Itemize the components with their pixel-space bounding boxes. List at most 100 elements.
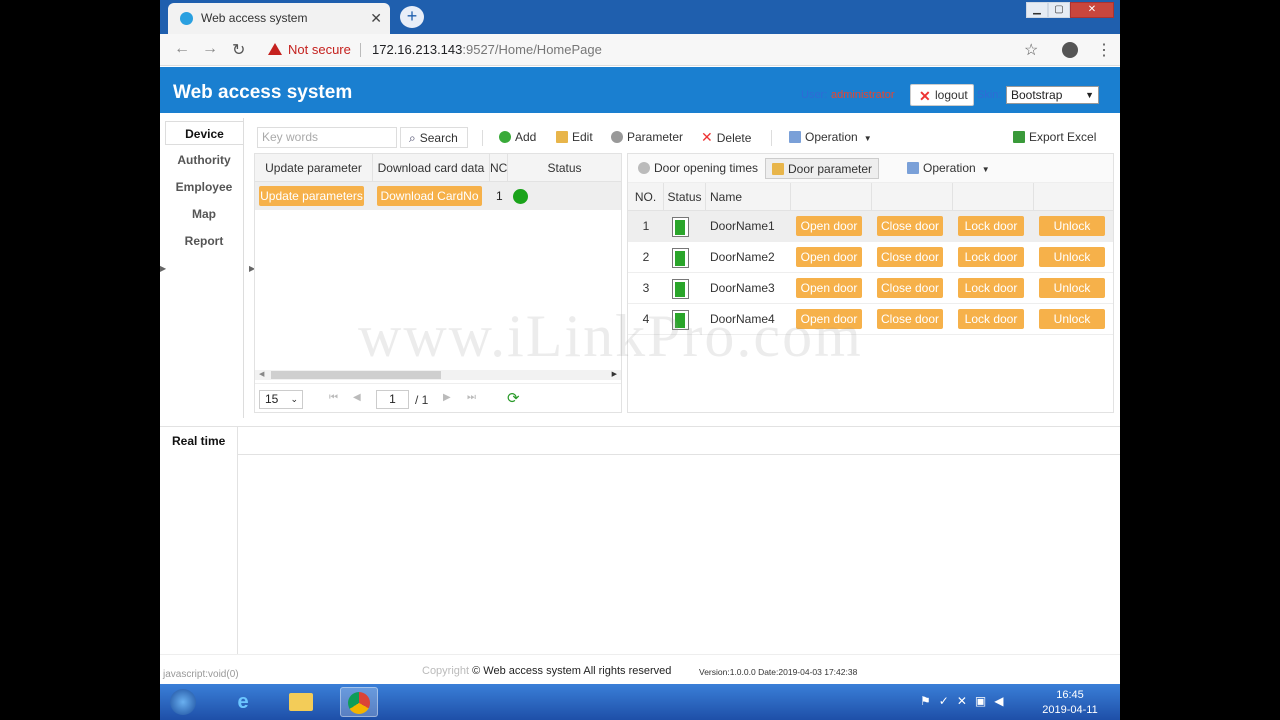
clock[interactable]: 16:45 2019-04-11 xyxy=(1032,688,1108,718)
column-header[interactable]: NO. xyxy=(628,183,664,211)
download-cardno-button[interactable]: Download CardNo xyxy=(377,186,482,206)
search-button[interactable]: ⌕ Search xyxy=(400,127,468,148)
skin-select[interactable]: Bootstrap ▼ xyxy=(1006,86,1099,104)
collapse-left-icon[interactable]: ▶ xyxy=(160,264,166,273)
door-parameter-button[interactable]: Door parameter xyxy=(765,158,880,179)
sidebar-item-employee[interactable]: Employee xyxy=(165,175,243,199)
tab-close-icon[interactable]: ✕ xyxy=(370,10,382,27)
tab-realtime[interactable]: Real time xyxy=(160,427,238,454)
account-icon[interactable] xyxy=(1062,42,1078,58)
horizontal-scrollbar[interactable]: ◀ ▶ xyxy=(255,370,621,380)
excel-icon xyxy=(1013,131,1025,143)
next-page-icon[interactable]: ▶ xyxy=(443,392,451,403)
sidebar-item-device[interactable]: Device xyxy=(165,121,243,145)
lock-door-button[interactable]: Lock door xyxy=(958,309,1024,329)
door-panel-fill xyxy=(675,282,685,297)
close-door-button[interactable]: Close door xyxy=(877,278,943,298)
add-button[interactable]: Add xyxy=(499,127,536,148)
flag-icon[interactable]: ⚑ xyxy=(920,694,939,708)
page-number-input[interactable]: 1 xyxy=(376,390,409,409)
prev-page-icon[interactable]: ◀ xyxy=(353,392,361,403)
close-door-button[interactable]: Close door xyxy=(877,216,943,236)
lock-door-button[interactable]: Lock door xyxy=(958,278,1024,298)
export-excel-button[interactable]: Export Excel xyxy=(1013,127,1096,148)
tab-strip: Web access system ✕ + ▁ ▢ ✕ xyxy=(160,0,1120,34)
ie-taskbar-icon[interactable]: e xyxy=(224,687,262,717)
first-page-icon[interactable]: ⏮ xyxy=(329,392,338,403)
network-icon[interactable]: ▣ xyxy=(975,694,994,708)
lock-door-button[interactable]: Lock door xyxy=(958,247,1024,267)
minimize-icon[interactable]: ▁ xyxy=(1026,2,1048,18)
back-icon[interactable]: ← xyxy=(174,40,190,58)
refresh-icon[interactable]: ⟳ xyxy=(507,389,520,407)
open-door-button[interactable]: Open door xyxy=(796,216,862,236)
address-bar[interactable]: 172.16.213.143:9527/Home/HomePage xyxy=(372,42,602,57)
scrollbar-thumb[interactable] xyxy=(271,371,441,379)
add-icon xyxy=(499,131,511,143)
unlock-button[interactable]: Unlock xyxy=(1039,278,1105,298)
forward-icon[interactable]: → xyxy=(202,40,218,58)
scroll-right-icon[interactable]: ▶ xyxy=(612,370,617,378)
explorer-taskbar-icon[interactable] xyxy=(282,687,320,717)
footer: javascript:void(0) Copyright © Web acces… xyxy=(160,654,1120,684)
unlock-button[interactable]: Unlock xyxy=(1039,247,1105,267)
unlock-button[interactable]: Unlock xyxy=(1039,309,1105,329)
open-door-button[interactable]: Open door xyxy=(796,247,862,267)
open-door-button[interactable]: Open door xyxy=(796,278,862,298)
volume-icon[interactable]: ◀ xyxy=(994,694,1011,708)
door-name: DoorName1 xyxy=(710,219,775,233)
door-operation-menu[interactable]: Operation ▼ xyxy=(907,158,990,179)
column-header[interactable]: Update parameter xyxy=(255,154,373,182)
clock-date: 2019-04-11 xyxy=(1042,704,1098,716)
browser-tab[interactable]: Web access system ✕ xyxy=(168,3,390,34)
user-label: User: xyxy=(801,89,828,101)
unlock-button[interactable]: Unlock xyxy=(1039,216,1105,236)
action-center-icon[interactable]: ✓ xyxy=(939,694,957,708)
reload-icon[interactable]: ↻ xyxy=(232,40,245,60)
scroll-left-icon[interactable]: ◀ xyxy=(259,370,264,378)
table-row[interactable]: 3 DoorName3 Open door Close door Lock door Un… xyxy=(628,273,1113,304)
update-parameters-button[interactable]: Update parameters xyxy=(259,186,364,206)
maximize-icon[interactable]: ▢ xyxy=(1048,2,1070,18)
operation-menu[interactable]: Operation ▼ xyxy=(789,127,872,148)
usb-icon[interactable]: ✕ xyxy=(957,694,975,708)
table-row[interactable]: Update parameters Download CardNo 1 xyxy=(255,182,621,210)
sidebar-item-map[interactable]: Map xyxy=(165,202,243,226)
new-tab-button[interactable]: + xyxy=(400,6,424,28)
bookmark-star-icon[interactable]: ☆ xyxy=(1024,40,1038,60)
door-opening-times-label: Door opening times xyxy=(654,161,759,175)
realtime-section: Real time xyxy=(160,426,1120,654)
keyword-input[interactable]: Key words xyxy=(257,127,397,148)
delete-icon: ✕ xyxy=(701,129,713,145)
security-indicator[interactable]: Not secure xyxy=(268,42,351,57)
chrome-taskbar-icon[interactable] xyxy=(340,687,378,717)
last-page-icon[interactable]: ⏭ xyxy=(467,392,476,403)
column-header[interactable]: Name xyxy=(706,183,791,211)
lock-door-button[interactable]: Lock door xyxy=(958,216,1024,236)
column-header[interactable]: Download card data xyxy=(373,154,490,182)
sidebar-item-report[interactable]: Report xyxy=(165,229,243,253)
edit-button[interactable]: Edit xyxy=(556,127,593,148)
add-label: Add xyxy=(515,130,537,144)
app-title: Web access system xyxy=(173,82,353,103)
page-size-select[interactable]: 15 ⌄ xyxy=(259,390,303,409)
start-button[interactable] xyxy=(164,687,202,717)
close-door-button[interactable]: Close door xyxy=(877,247,943,267)
parameter-button[interactable]: Parameter xyxy=(611,127,683,148)
logout-button[interactable]: ✕ logout xyxy=(910,84,974,106)
window-close-icon[interactable]: ✕ xyxy=(1070,2,1114,18)
column-header[interactable]: Status xyxy=(508,154,621,182)
search-icon: ⌕ xyxy=(409,131,416,145)
table-row[interactable]: 1 DoorName1 Open door Close door Lock door Un… xyxy=(628,211,1113,242)
delete-button[interactable]: ✕ Delete xyxy=(701,127,751,148)
column-header xyxy=(791,183,872,211)
menu-kebab-icon[interactable]: ⋮ xyxy=(1096,40,1112,60)
close-door-button[interactable]: Close door xyxy=(877,309,943,329)
door-panel-fill xyxy=(675,251,685,266)
table-row[interactable]: 2 DoorName2 Open door Close door Lock door Un… xyxy=(628,242,1113,273)
internet-explorer-icon: e xyxy=(237,691,249,713)
sidebar-item-authority[interactable]: Authority xyxy=(165,148,243,172)
column-header[interactable]: Status xyxy=(664,183,706,211)
column-header[interactable]: NC xyxy=(490,154,508,182)
door-opening-times-button[interactable]: Door opening times xyxy=(638,158,758,179)
